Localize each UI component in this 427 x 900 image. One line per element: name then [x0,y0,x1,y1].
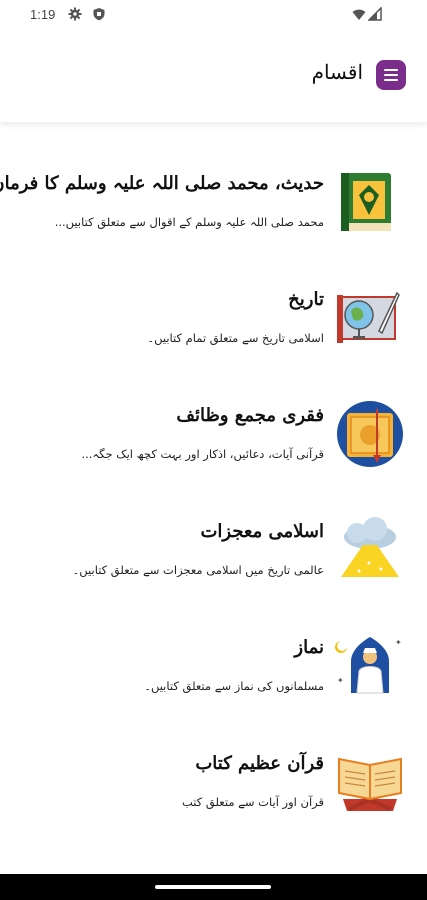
item-title: حدیث، محمد صلی اللہ علیہ وسلم کا فرمان [0,173,324,194]
status-time: 1:19 [30,7,56,22]
settings-gear-icon [68,7,82,21]
list-item-wazaif[interactable]: فقری مجمع وظائف قرآنی آیات، دعائیں، اذکا… [0,383,427,499]
item-title: فقری مجمع وظائف [176,405,324,426]
item-title: نماز [294,637,324,658]
home-gesture-handle[interactable] [155,885,271,889]
item-title: تاریخ [288,289,324,310]
item-subtitle: اسلامی تاریخ سے متعلق تمام کتابیں۔ [147,331,324,345]
app-bar: اقسام [0,30,427,122]
menu-button[interactable] [376,60,406,90]
page-title: اقسام [311,60,363,84]
svg-text:✦: ✦ [337,676,344,685]
svg-text:✦: ✦ [395,638,402,647]
list-item-quran[interactable]: قرآن عظیم کتاب قرآن اور آیات سے متعلق کت… [0,731,427,847]
list-item-namaz[interactable]: ✦ ✦ نماز مسلمانوں کی نماز سے متعلق کتابی… [0,615,427,731]
miracle-cloud-icon [341,517,399,577]
hamburger-line [384,79,398,81]
system-navigation-bar [0,874,427,900]
item-subtitle: قرآنی آیات، دعائیں، اذکار اور بہت کچھ ای… [81,447,324,461]
prayer-book-icon [337,401,403,467]
cellular-signal-icon [368,7,382,21]
item-title: قرآن عظیم کتاب [195,753,324,774]
shield-icon [93,8,105,21]
praying-man-icon: ✦ ✦ [335,637,402,694]
item-subtitle: عالمی تاریخ میں اسلامی معجزات سے متعلق ک… [72,563,324,577]
quran-book-icon [341,173,391,231]
item-title: اسلامی معجزات [200,521,324,542]
hamburger-menu-icon [384,69,398,71]
history-globe-icon [337,291,400,343]
list-item-history[interactable]: تاریخ اسلامی تاریخ سے متعلق تمام کتابیں۔ [0,267,427,383]
item-subtitle: مسلمانوں کی نماز سے متعلق کتابیں۔ [144,679,324,693]
status-bar: 1:19 [0,0,427,30]
wifi-icon [352,9,366,20]
hamburger-line [384,74,398,76]
open-quran-icon [338,757,402,811]
list-item-hadith[interactable]: حدیث، محمد صلی اللہ علیہ وسلم کا فرمان م… [0,151,427,267]
item-subtitle: قرآن اور آیات سے متعلق کتب [182,795,324,809]
item-subtitle: محمد صلی اللہ علیہ وسلم کے اقوال سے متعل… [54,215,324,229]
list-item-miracles[interactable]: اسلامی معجزات عالمی تاریخ میں اسلامی معج… [0,499,427,615]
